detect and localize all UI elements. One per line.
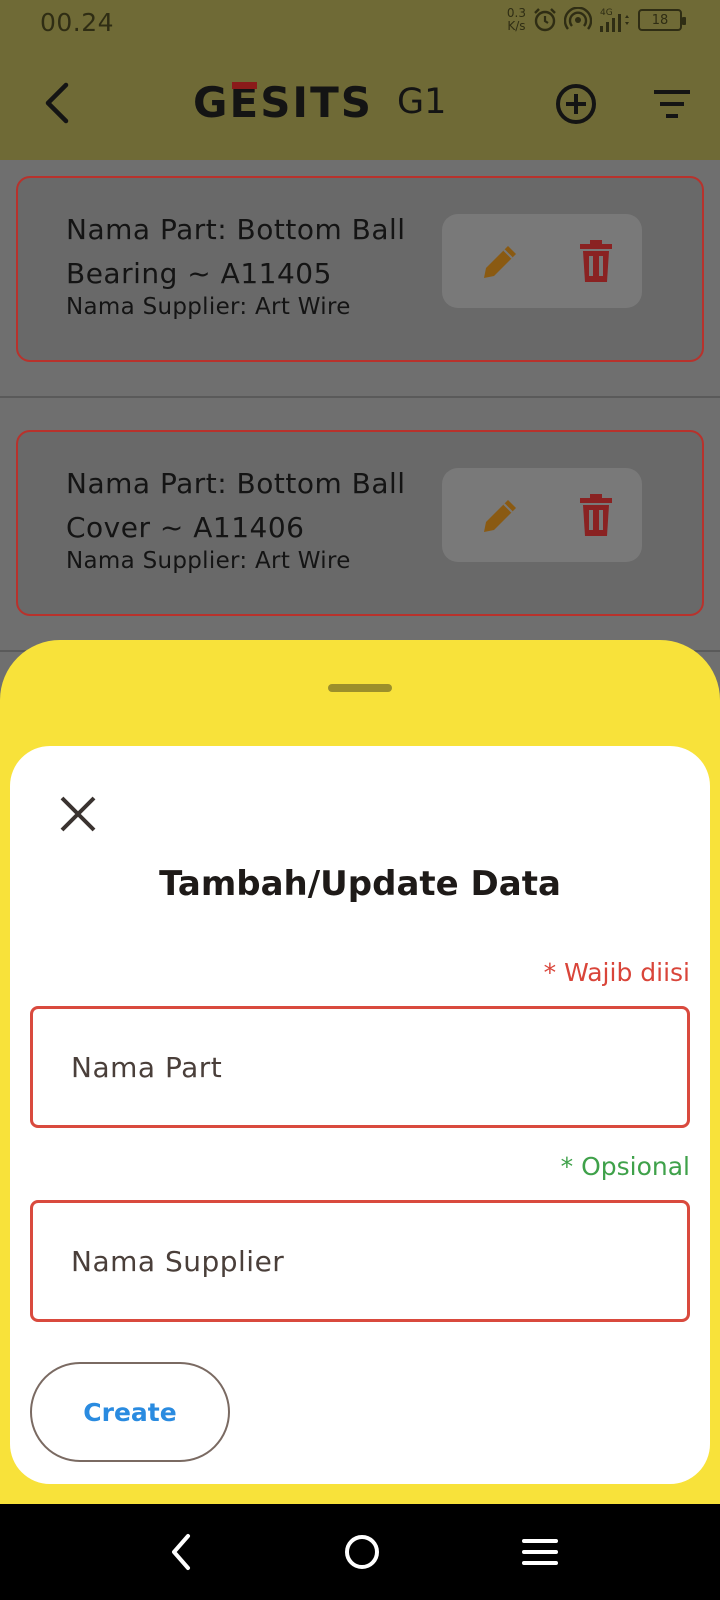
card-actions (442, 468, 642, 562)
hotspot-icon (564, 7, 592, 30)
list-item[interactable]: Nama Part: Bottom Ball Bearing ~ A11405 … (16, 176, 704, 362)
system-nav-bar (0, 1504, 720, 1600)
part-name: Nama Part: Bottom Ball Cover ~ A11406 (66, 467, 406, 544)
gesits-logo: GESITS (193, 78, 373, 127)
dialog-title: Tambah/Update Data (159, 864, 561, 904)
nav-menu-button[interactable] (520, 1532, 560, 1572)
back-button[interactable] (36, 78, 78, 128)
optional-label: * Opsional (560, 1152, 690, 1181)
signal-icon: 4G (600, 8, 629, 32)
delete-button[interactable] (576, 238, 616, 284)
status-icons: 0.3 K/s 4G 18 (506, 6, 686, 34)
filter-icon (654, 90, 690, 118)
supplier-name: Nama Supplier: Art Wire (66, 548, 351, 574)
menu-icon (522, 1539, 558, 1565)
nav-back-button[interactable] (162, 1528, 202, 1576)
page-title: G1 (397, 82, 447, 122)
app-header: 00.24 0.3 K/s 4G 18 GESITS G1 (0, 0, 720, 160)
home-circle-icon (345, 1535, 379, 1569)
card-actions (442, 214, 642, 308)
net-speed: 0.3 K/s (506, 6, 526, 33)
edit-button[interactable] (478, 240, 522, 284)
status-time: 00.24 (40, 8, 115, 37)
supplier-name: Nama Supplier: Art Wire (66, 294, 351, 320)
part-name: Nama Part: Bottom Ball Bearing ~ A11405 (66, 213, 406, 290)
bottom-sheet: Tambah/Update Data * Wajib diisi Nama Pa… (0, 640, 720, 1504)
supplier-name-input[interactable]: Nama Supplier (30, 1200, 690, 1322)
close-icon (60, 796, 96, 832)
list-item[interactable]: Nama Part: Bottom Ball Cover ~ A11406 Na… (16, 430, 704, 616)
pencil-icon (484, 500, 516, 532)
trash-icon (580, 494, 612, 536)
filter-button[interactable] (650, 84, 694, 124)
divider (0, 396, 720, 398)
edit-button[interactable] (478, 494, 522, 538)
drag-handle[interactable] (328, 684, 392, 692)
part-name-input[interactable]: Nama Part (30, 1006, 690, 1128)
add-circle-icon (556, 84, 596, 124)
delete-button[interactable] (576, 492, 616, 538)
alarm-icon (534, 8, 556, 32)
create-button[interactable]: Create (30, 1362, 230, 1462)
battery-indicator: 18 (638, 9, 686, 31)
svg-text:4G: 4G (600, 8, 613, 18)
add-button[interactable] (552, 80, 600, 128)
pencil-icon (484, 246, 516, 278)
back-arrow-icon (45, 82, 69, 124)
trash-icon (580, 240, 612, 282)
nav-back-icon (172, 1534, 190, 1570)
form-dialog: Tambah/Update Data * Wajib diisi Nama Pa… (10, 746, 710, 1484)
close-button[interactable] (56, 792, 100, 836)
nav-home-button[interactable] (340, 1530, 384, 1574)
required-label: * Wajib diisi (543, 958, 690, 987)
